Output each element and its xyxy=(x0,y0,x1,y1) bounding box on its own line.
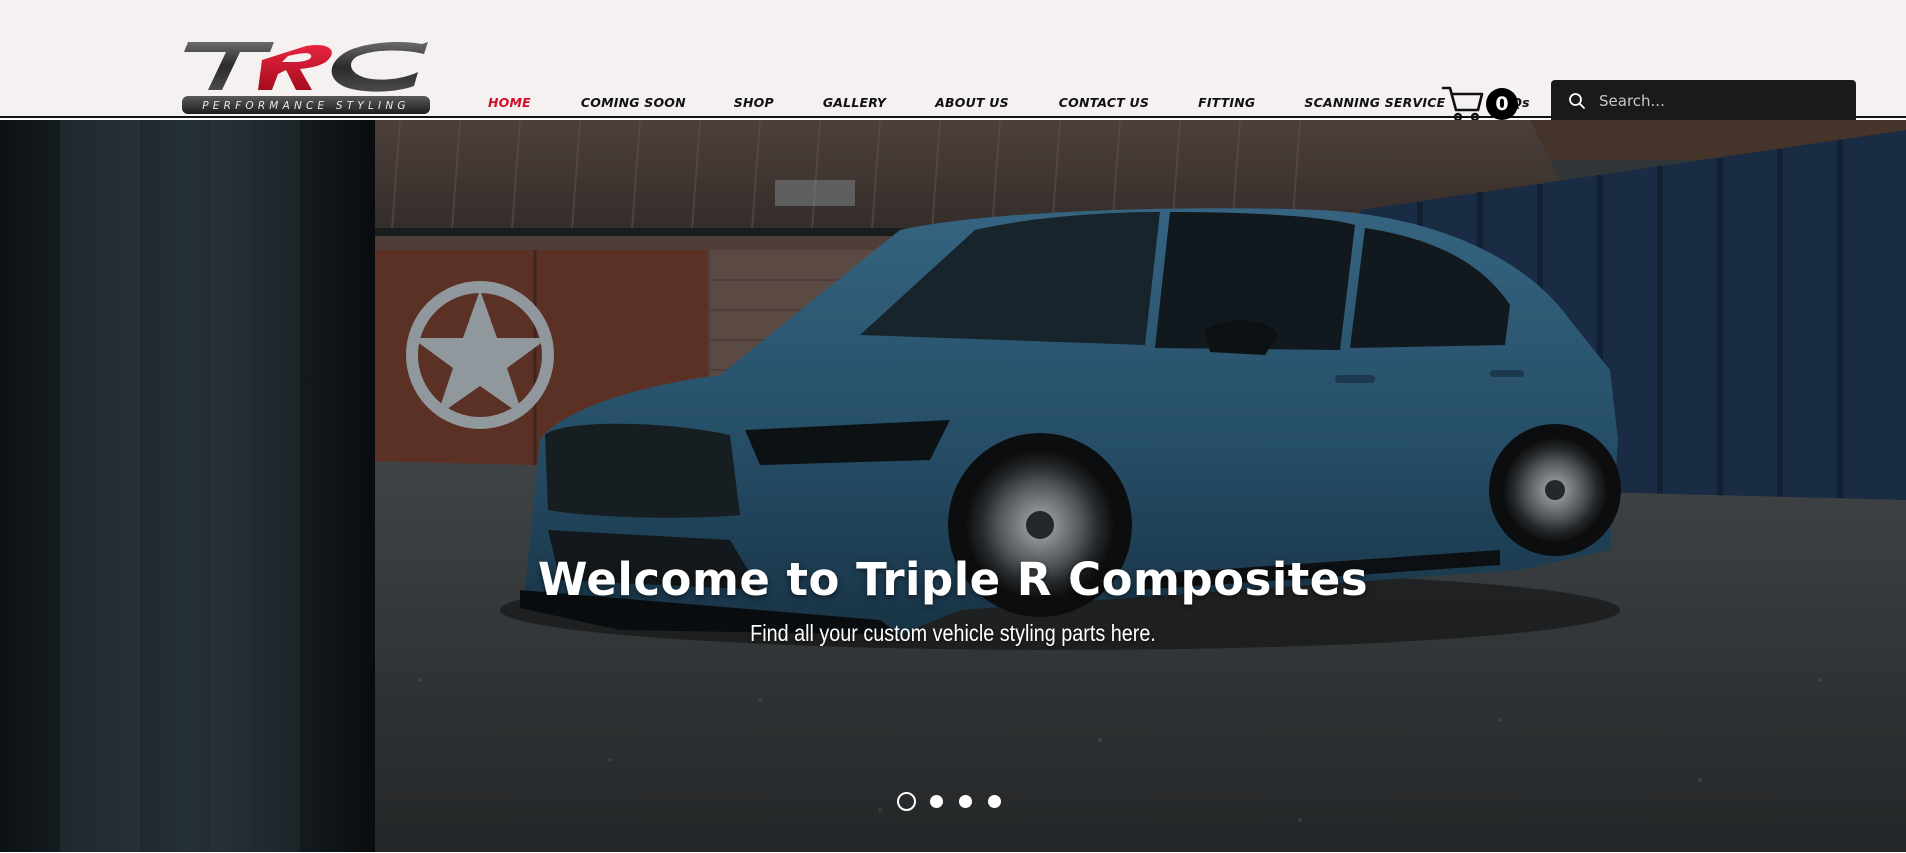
logo-tagline: PERFORMANCE STYLING xyxy=(202,100,410,112)
nav-item-contact-us[interactable]: CONTACT US xyxy=(1059,95,1149,110)
nav-item-coming-soon[interactable]: COMING SOON xyxy=(581,95,686,110)
slide-dot-1[interactable] xyxy=(897,792,916,811)
nav-item-home[interactable]: HOME xyxy=(488,95,531,110)
hero-subtitle: Find all your custom vehicle styling par… xyxy=(750,620,1156,646)
nav-item-fitting[interactable]: FITTING xyxy=(1198,95,1255,110)
cart-button[interactable]: 0 xyxy=(1441,84,1521,122)
search-icon[interactable] xyxy=(1557,80,1597,122)
nav-item-gallery[interactable]: GALLERY xyxy=(823,95,886,110)
search-input[interactable] xyxy=(1597,80,1837,122)
hero-background-image xyxy=(0,120,1906,852)
nav-item-scanning-service[interactable]: SCANNING SERVICE xyxy=(1304,95,1445,110)
main-nav: HOME COMING SOON SHOP GALLERY ABOUT US C… xyxy=(466,83,1530,121)
search-box[interactable] xyxy=(1551,80,1856,122)
slide-dot-2[interactable] xyxy=(930,795,943,808)
slide-dot-4[interactable] xyxy=(988,795,1001,808)
slide-dot-3[interactable] xyxy=(959,795,972,808)
cart-icon xyxy=(1441,86,1484,122)
nav-item-about-us[interactable]: ABOUT US xyxy=(935,95,1009,110)
trc-logo-graphic: PERFORMANCE STYLING xyxy=(182,42,430,114)
cart-count-badge: 0 xyxy=(1486,88,1518,120)
hero-title: Welcome to Triple R Composites xyxy=(537,553,1369,606)
slideshow-pagination xyxy=(897,792,1017,811)
hero-slideshow: Welcome to Triple R Composites Find all … xyxy=(0,120,1906,852)
nav-item-shop[interactable]: SHOP xyxy=(734,95,774,110)
site-header: PERFORMANCE STYLING HOME COMING SOON SHO… xyxy=(0,0,1906,122)
brand-logo[interactable]: PERFORMANCE STYLING xyxy=(178,34,434,118)
